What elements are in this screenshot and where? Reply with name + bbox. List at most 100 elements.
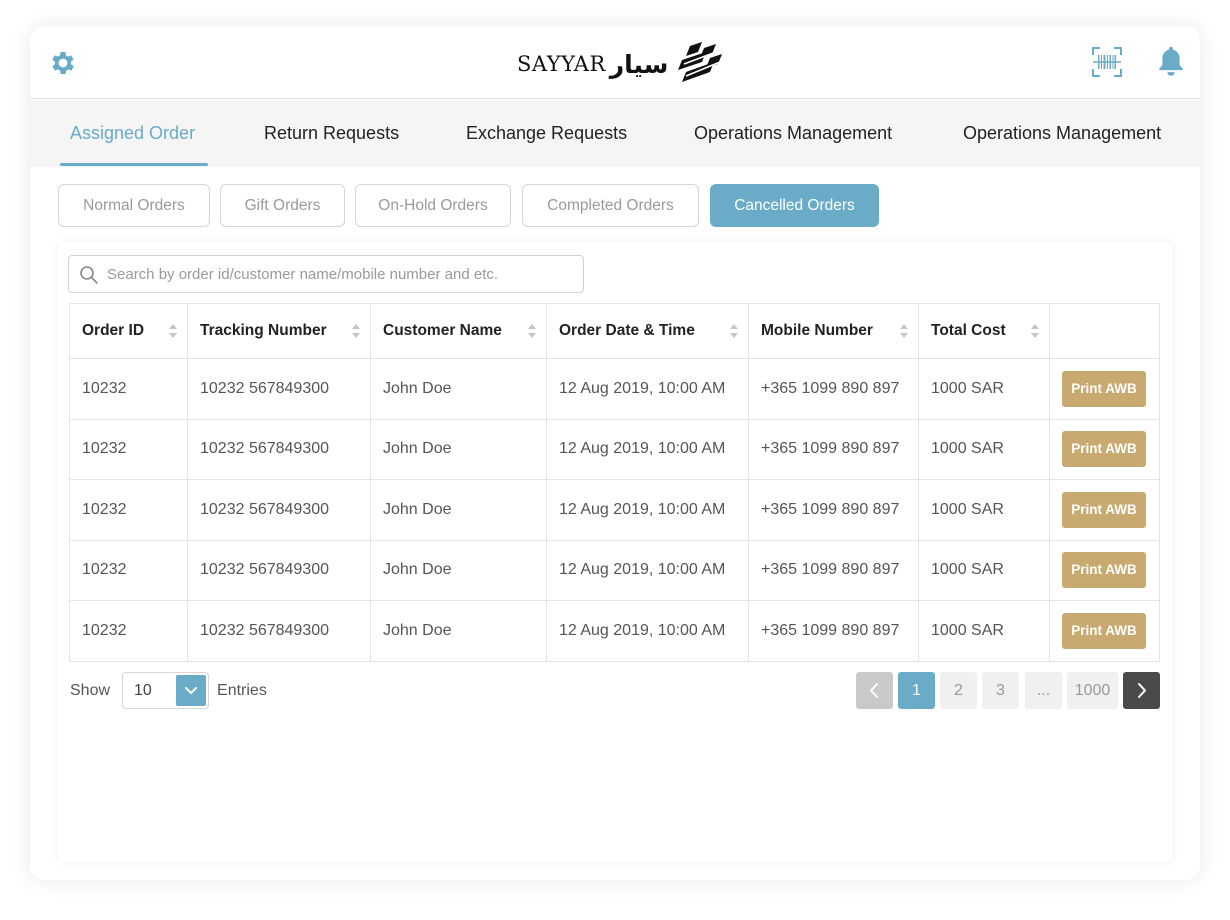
cell-order-date: 12 Aug 2019, 10:00 AM bbox=[546, 418, 749, 480]
pagination-page-1000[interactable]: 1000 bbox=[1067, 672, 1118, 709]
pagination-page-1[interactable]: 1 bbox=[898, 672, 935, 709]
column-header-order-date[interactable]: Order Date & Time bbox=[546, 303, 749, 359]
sort-icon bbox=[900, 324, 908, 338]
column-header-label: Order ID bbox=[82, 322, 145, 339]
cell-total-cost: 1000 SAR bbox=[918, 418, 1050, 480]
subtab-completed-orders[interactable]: Completed Orders bbox=[522, 184, 699, 227]
cell-actions: Print AWB bbox=[1049, 418, 1160, 480]
top-bar: SAYYAR سيار bbox=[30, 26, 1200, 99]
pagination-prev-button[interactable] bbox=[856, 672, 893, 709]
cell-actions: Print AWB bbox=[1049, 600, 1160, 662]
main-tabs: Assigned Order Return Requests Exchange … bbox=[30, 100, 1200, 167]
subtab-gift-orders[interactable]: Gift Orders bbox=[220, 184, 345, 227]
cell-customer-name: John Doe bbox=[370, 539, 547, 601]
cell-order-date: 12 Aug 2019, 10:00 AM bbox=[546, 358, 749, 420]
tab-assigned-order[interactable]: Assigned Order bbox=[70, 100, 195, 167]
column-header-tracking-number[interactable]: Tracking Number bbox=[187, 303, 371, 359]
sort-icon bbox=[730, 324, 738, 338]
subtab-cancelled-orders[interactable]: Cancelled Orders bbox=[710, 184, 879, 227]
print-awb-button[interactable]: Print AWB bbox=[1062, 370, 1146, 407]
cell-mobile-number: +365 1099 890 897 bbox=[748, 479, 919, 541]
cell-actions: Print AWB bbox=[1049, 539, 1160, 601]
entries-select[interactable]: 10 bbox=[122, 672, 210, 709]
cell-order-id: 10232 bbox=[69, 479, 188, 541]
pagination-page-2[interactable]: 2 bbox=[940, 672, 977, 709]
cell-order-date: 12 Aug 2019, 10:00 AM bbox=[546, 600, 749, 662]
sort-icon bbox=[1031, 324, 1039, 338]
cell-order-date: 12 Aug 2019, 10:00 AM bbox=[546, 479, 749, 541]
tab-return-requests[interactable]: Return Requests bbox=[264, 100, 399, 167]
entries-value: 10 bbox=[134, 682, 152, 699]
column-header-order-id[interactable]: Order ID bbox=[69, 303, 188, 359]
logo-mark-icon bbox=[678, 42, 723, 82]
cell-order-id: 10232 bbox=[69, 600, 188, 662]
table-header-row: Order ID Tracking Number Customer Name O… bbox=[69, 303, 1160, 359]
entries-control: Show 10 Entries bbox=[70, 672, 267, 709]
cell-mobile-number: +365 1099 890 897 bbox=[748, 600, 919, 662]
cell-customer-name: John Doe bbox=[370, 479, 547, 541]
cell-total-cost: 1000 SAR bbox=[918, 539, 1050, 601]
cell-mobile-number: +365 1099 890 897 bbox=[748, 539, 919, 601]
print-awb-button[interactable]: Print AWB bbox=[1062, 431, 1146, 468]
subtab-normal-orders[interactable]: Normal Orders bbox=[58, 184, 210, 227]
print-awb-button[interactable]: Print AWB bbox=[1062, 612, 1146, 649]
table-row: 10232 10232 567849300 John Doe 12 Aug 20… bbox=[69, 479, 1160, 541]
print-awb-button[interactable]: Print AWB bbox=[1062, 491, 1146, 528]
cell-tracking-number: 10232 567849300 bbox=[187, 539, 371, 601]
cell-total-cost: 1000 SAR bbox=[918, 600, 1050, 662]
sort-icon bbox=[352, 324, 360, 338]
cell-total-cost: 1000 SAR bbox=[918, 358, 1050, 420]
column-header-customer-name[interactable]: Customer Name bbox=[370, 303, 547, 359]
active-tab-indicator bbox=[60, 163, 208, 166]
cell-actions: Print AWB bbox=[1049, 358, 1160, 420]
print-awb-button[interactable]: Print AWB bbox=[1062, 552, 1146, 589]
cell-customer-name: John Doe bbox=[370, 418, 547, 480]
tab-operations-management-2[interactable]: Operations Management bbox=[963, 100, 1161, 167]
cell-actions: Print AWB bbox=[1049, 479, 1160, 541]
entries-label: Entries bbox=[217, 681, 267, 699]
cell-tracking-number: 10232 567849300 bbox=[187, 418, 371, 480]
cell-tracking-number: 10232 567849300 bbox=[187, 600, 371, 662]
cell-mobile-number: +365 1099 890 897 bbox=[748, 358, 919, 420]
orders-table: Order ID Tracking Number Customer Name O… bbox=[69, 303, 1160, 662]
column-header-label: Mobile Number bbox=[761, 322, 873, 339]
cell-order-id: 10232 bbox=[69, 358, 188, 420]
chevron-down-icon bbox=[185, 687, 198, 694]
search-box bbox=[68, 255, 584, 293]
table-row: 10232 10232 567849300 John Doe 12 Aug 20… bbox=[69, 418, 1160, 480]
subtab-on-hold-orders[interactable]: On-Hold Orders bbox=[355, 184, 511, 227]
column-header-label: Customer Name bbox=[383, 322, 502, 339]
tab-operations-management[interactable]: Operations Management bbox=[694, 100, 892, 167]
gear-icon[interactable] bbox=[48, 48, 78, 78]
cell-tracking-number: 10232 567849300 bbox=[187, 358, 371, 420]
bell-icon[interactable] bbox=[1156, 45, 1186, 77]
pagination-ellipsis: ... bbox=[1025, 672, 1062, 709]
cell-mobile-number: +365 1099 890 897 bbox=[748, 418, 919, 480]
cell-tracking-number: 10232 567849300 bbox=[187, 479, 371, 541]
entries-dropdown-button[interactable] bbox=[176, 675, 207, 706]
column-header-actions bbox=[1049, 303, 1160, 359]
column-header-mobile-number[interactable]: Mobile Number bbox=[748, 303, 919, 359]
pagination-page-3[interactable]: 3 bbox=[982, 672, 1019, 709]
sayyar-logo: SAYYAR سيار bbox=[517, 42, 724, 86]
search-icon bbox=[80, 266, 98, 284]
show-label: Show bbox=[70, 681, 111, 699]
tab-exchange-requests[interactable]: Exchange Requests bbox=[466, 100, 627, 167]
app-window: SAYYAR سيار Assigned Order Return Reques… bbox=[30, 26, 1200, 880]
cell-total-cost: 1000 SAR bbox=[918, 479, 1050, 541]
logo-text-ar: سيار bbox=[609, 49, 669, 79]
chevron-left-icon bbox=[870, 683, 878, 698]
chevron-right-icon bbox=[1138, 683, 1146, 698]
column-header-label: Tracking Number bbox=[200, 322, 327, 339]
sort-icon bbox=[169, 324, 177, 338]
cell-order-date: 12 Aug 2019, 10:00 AM bbox=[546, 539, 749, 601]
table-row: 10232 10232 567849300 John Doe 12 Aug 20… bbox=[69, 358, 1160, 420]
cell-customer-name: John Doe bbox=[370, 358, 547, 420]
column-header-total-cost[interactable]: Total Cost bbox=[918, 303, 1050, 359]
column-header-label: Total Cost bbox=[931, 322, 1006, 339]
barcode-scan-icon[interactable] bbox=[1091, 46, 1123, 78]
cell-order-id: 10232 bbox=[69, 539, 188, 601]
pagination-next-button[interactable] bbox=[1123, 672, 1160, 709]
sort-icon bbox=[528, 324, 536, 338]
search-input[interactable] bbox=[107, 256, 577, 292]
